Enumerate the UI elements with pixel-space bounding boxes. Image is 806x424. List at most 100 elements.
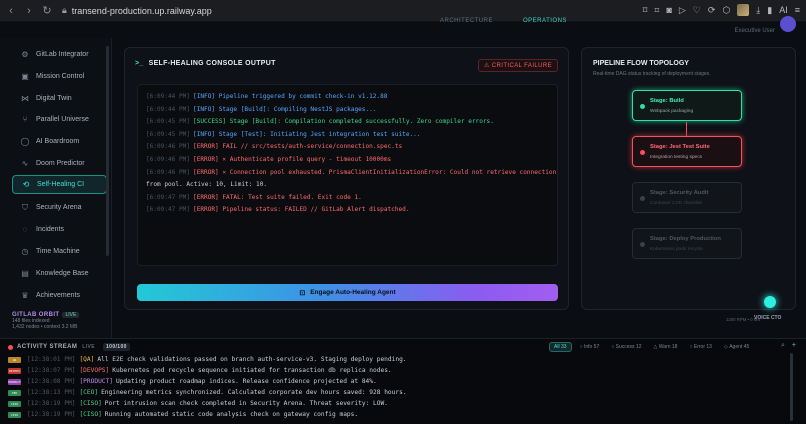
- reload-icon[interactable]: ↻: [40, 4, 54, 17]
- address-bar[interactable]: 🔒︎ transend-production.up.railway.app: [62, 5, 212, 16]
- extensions-icon[interactable]: ⬡: [722, 4, 730, 16]
- stage-name: Stage: Deploy Production: [650, 236, 721, 242]
- add-icon[interactable]: +: [792, 342, 796, 350]
- stage-deploy-production[interactable]: Stage: Deploy Production Kubernetes pods…: [632, 228, 742, 259]
- activity-message: All E2E check validations passed on bran…: [97, 356, 407, 363]
- log-timestamp: [6:09:46 PM]: [146, 143, 191, 151]
- log-line: from pool. Active: 10, Limit: 10.: [146, 179, 549, 192]
- sidebar-item-security-arena[interactable]: ⛉ Security Arena: [12, 198, 107, 217]
- log-timestamp: [6:09:44 PM]: [146, 105, 191, 113]
- log-line: [6:09:46 PM] [ERROR] ✕ Connection pool ex…: [146, 167, 556, 180]
- agent-tag-badge: CISO: [8, 400, 21, 407]
- activity-message: Kubernetes pod recycle sequence initiate…: [112, 367, 392, 374]
- activity-source: [PRODUCT]: [79, 378, 113, 385]
- sidebar-item-self-healing-ci[interactable]: ⟲ Self-Healing CI: [12, 175, 107, 194]
- app-header: ARCHITECTURE OPERATIONS Executive User: [0, 16, 806, 38]
- search-icon[interactable]: ⌕: [781, 342, 785, 350]
- user-avatar[interactable]: [780, 16, 796, 32]
- browser-toolbar: ‹ › ↻ 🔒︎ transend-production.up.railway.…: [0, 0, 806, 22]
- activity-timestamp: [12:38:01 PM]: [27, 356, 76, 363]
- sidebar-item-doom-predictor[interactable]: ∿ Doom Predictor: [12, 154, 107, 173]
- sidebar-item-time-machine[interactable]: ◷ Time Machine: [12, 242, 107, 261]
- sidebar-item-mission-control[interactable]: ▣ Mission Control: [12, 67, 107, 86]
- sidebar-scrollbar[interactable]: [106, 46, 109, 256]
- pulse-icon: ∿: [21, 159, 29, 168]
- log-message: ✕ Authenticate profile query - timeout 1…: [222, 155, 392, 163]
- activity-source: [DEVOPS]: [79, 367, 110, 374]
- filter-all[interactable]: All 33: [549, 342, 572, 352]
- activity-source: [CISO]: [79, 400, 102, 407]
- log-level: [ERROR]: [193, 155, 219, 163]
- bookmark-icon[interactable]: ⌑: [643, 4, 648, 16]
- refresh-icon: ⟲: [22, 180, 30, 189]
- play-icon[interactable]: ▷: [679, 4, 686, 16]
- stage-name: Stage: Security Audit: [650, 190, 709, 196]
- sidebar-item-parallel-universe[interactable]: ⑂ Parallel Universe: [12, 110, 107, 129]
- log-line: [6:09:45 PM] [INFO] Stage [Test]: Initiat…: [146, 129, 549, 142]
- sidebar-item-incidents[interactable]: ◌ Incidents: [12, 220, 107, 239]
- activity-row[interactable]: CISO [12:38:19 PM] [CISO] Running automated…: [8, 409, 407, 420]
- activity-row[interactable]: CISO [12:38:19 PM] [CISO] Port intrusion sc…: [8, 398, 407, 409]
- activity-row[interactable]: CEO [12:38:13 PM] [CEO] Engineering metrics…: [8, 387, 407, 398]
- status-dot: [640, 104, 645, 109]
- pipeline-title: PIPELINE FLOW TOPOLOGY: [593, 60, 689, 67]
- stage-build[interactable]: Stage: Build Webpack packaging: [632, 90, 742, 121]
- sidebar-item-digital-twin[interactable]: ⋈ Digital Twin: [12, 89, 107, 108]
- screenshot-icon[interactable]: ⌗: [654, 4, 659, 16]
- sidebar-item-gitlab-integrator[interactable]: ⚙︎ GitLab Integrator: [12, 45, 107, 64]
- activity-row[interactable]: PRODUCT [12:38:08 PM] [PRODUCT] Updating pr…: [8, 376, 407, 387]
- activity-source: [QA]: [79, 356, 95, 363]
- sidebar-item-achievements[interactable]: ♛ Achievements: [12, 286, 107, 305]
- filter-error[interactable]: ○ Error 13: [685, 342, 716, 352]
- filter-success[interactable]: ○ Success 12: [607, 342, 645, 352]
- tab-operations[interactable]: OPERATIONS: [523, 18, 567, 24]
- stage-desc: Integration testing specs: [650, 155, 702, 160]
- back-icon[interactable]: ‹: [4, 5, 18, 17]
- log-level: [ERROR]: [193, 143, 219, 151]
- activity-row[interactable]: DEVOPS [12:38:07 PM] [DEVOPS] Kubernetes po…: [8, 365, 407, 376]
- log-line: [6:09:44 PM] [INFO] Stage [Build]: Compil…: [146, 104, 549, 117]
- console-log[interactable]: [6:09:44 PM] [INFO] Pipeline triggered by…: [137, 84, 558, 266]
- activity-source: [CEO]: [79, 389, 99, 396]
- forward-icon[interactable]: ›: [22, 5, 36, 17]
- stage-jest-test-suite[interactable]: Stage: Jest Test Suite Integration testi…: [632, 136, 742, 167]
- stage-security-audit[interactable]: Stage: Security Audit Container CVE chec…: [632, 182, 742, 213]
- shield-icon: ⛉: [22, 202, 28, 212]
- url-text: transend-production.up.railway.app: [71, 5, 212, 16]
- sidebar-item-ai-boardroom[interactable]: ◯ AI Boardroom: [12, 132, 107, 151]
- log-timestamp: [6:09:47 PM]: [146, 193, 191, 201]
- sidebar-item-knowledge-base[interactable]: ▤ Knowledge Base: [12, 264, 107, 283]
- agent-tag-badge: PRODUCT: [8, 378, 21, 385]
- filter-info[interactable]: ○ Info 57: [576, 342, 604, 352]
- activity-title: ACTIVITY STREAM: [17, 344, 78, 350]
- pipeline-flow-panel: PIPELINE FLOW TOPOLOGY Real-time DAG sta…: [581, 47, 796, 310]
- grid-icon: ⚙︎: [21, 50, 29, 59]
- activity-timestamp: [12:38:19 PM]: [27, 411, 76, 418]
- tab-architecture[interactable]: ARCHITECTURE: [440, 18, 493, 24]
- activity-timestamp: [12:38:07 PM]: [27, 367, 76, 374]
- activity-message: Running automated static code analysis c…: [104, 411, 359, 418]
- book-icon: ▤: [21, 269, 29, 278]
- orbit-live-badge: LIVE: [62, 312, 80, 318]
- log-level: [ERROR]: [193, 206, 219, 214]
- user-name: Executive User: [734, 28, 775, 34]
- heart-icon[interactable]: ♡: [693, 4, 701, 16]
- activity-row[interactable]: QA [12:38:01 PM] [QA] All E2E check validat…: [8, 354, 407, 365]
- activity-filters: All 33 ○ Info 57 ○ Success 12 △ Warn 18 …: [549, 342, 753, 352]
- refresh-icon[interactable]: ⟳: [708, 4, 716, 16]
- status-dot: [640, 196, 645, 201]
- agent-tag-badge: CEO: [8, 389, 21, 396]
- activity-scrollbar[interactable]: [790, 353, 793, 421]
- share-icon: ⋈: [21, 94, 29, 103]
- engage-auto-healing-button[interactable]: ⊡ Engage Auto-Healing Agent: [137, 284, 558, 301]
- log-message: Stage [Build]: Compilation completed suc…: [229, 118, 494, 126]
- console-title: >_ SELF-HEALING CONSOLE OUTPUT: [135, 60, 276, 67]
- log-level: [INFO]: [193, 93, 216, 100]
- filter-warn[interactable]: △ Warn 18: [650, 342, 682, 352]
- activity-message: Engineering metrics synchronized. Calcul…: [101, 389, 407, 396]
- filter-agent[interactable]: ◇ Agent 45: [720, 342, 753, 352]
- voice-orb-icon: [764, 296, 776, 308]
- pocket-icon[interactable]: ◙: [666, 4, 671, 16]
- activity-rows: QA [12:38:01 PM] [QA] All E2E check validat…: [8, 354, 407, 420]
- stage-desc: Webpack packaging: [650, 109, 694, 114]
